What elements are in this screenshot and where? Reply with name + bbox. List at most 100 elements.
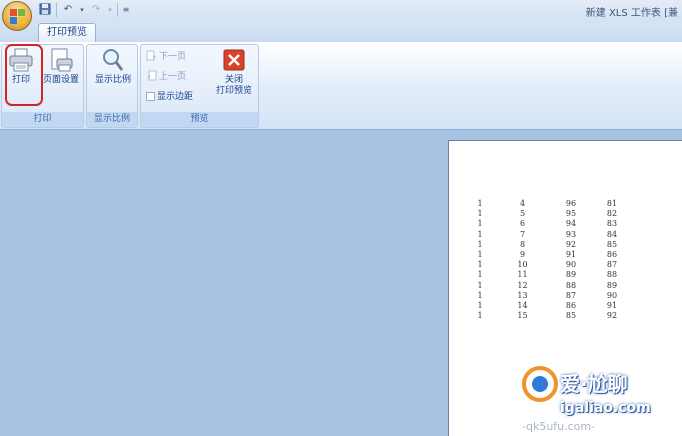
table-row: 1 15 85 92 [465,311,632,321]
table-cell: 5 [519,209,526,219]
window-title: 新建 XLS 工作表 [兼 [585,8,678,19]
group-label-zoom: 显示比例 [87,112,137,127]
table-cell: 1 [477,209,483,219]
table-cell: 87 [565,290,577,300]
watermark: 爱·尬聊 igaliao.com -qk5ufu.com- [510,346,682,436]
table-cell: 83 [606,219,618,229]
table-cell: 86 [565,300,577,310]
table-cell: 96 [565,199,577,208]
table-cell: 1 [477,199,483,208]
watermark-url-text: igaliao.com [560,400,651,416]
group-label-print: 打印 [2,112,83,127]
table-row: 1 12 88 89 [465,281,632,291]
table-row: 1 14 86 91 [465,301,632,311]
table-cell: 82 [606,209,618,219]
previous-page-button[interactable]: 上一页 [146,69,186,85]
watermark-bottom-text: -qk5ufu.com- [522,420,596,433]
table-row: 1 5 95 82 [465,209,632,219]
table-cell: 87 [606,260,618,270]
table-cell: 90 [606,290,618,300]
table-cell: 95 [565,209,577,219]
group-label-preview: 预览 [141,112,258,127]
show-margins-checkbox[interactable]: 显示边距 [146,89,193,105]
table-cell: 88 [606,270,618,280]
table-cell: 90 [565,260,577,270]
undo-icon[interactable]: ↶ [61,3,75,17]
table-row: 1 6 94 83 [465,219,632,229]
customize-toolbar-icon[interactable]: ≡ [122,3,130,17]
table-cell: 85 [606,239,618,249]
quick-access-toolbar: ↶ ▾ ↷ ▾ ≡ [38,3,130,17]
close-print-preview-button[interactable]: 关闭 打印预览 [209,47,259,97]
table-cell: 88 [565,280,577,290]
next-page-icon [146,50,157,61]
table-row: 1 13 87 90 [465,291,632,301]
table-cell: 1 [477,229,483,239]
checkbox-icon [146,92,155,101]
table-row: 1 8 92 85 [465,240,632,250]
zoom-button-label: 显示比例 [94,75,131,85]
close-preview-label-line2: 打印预览 [215,86,252,96]
table-row: 1 4 96 81 [465,199,632,209]
table-row: 1 10 90 87 [465,260,632,270]
table-cell: 92 [565,239,577,249]
page-setup-icon [48,47,74,73]
table-cell: 89 [565,270,577,280]
table-cell: 7 [519,229,526,239]
redo-icon[interactable]: ↷ [89,3,103,17]
ribbon-tab-row: 打印预览 [0,22,682,42]
save-icon[interactable] [38,3,52,17]
page-setup-button-label: 页面设置 [42,75,79,85]
table-cell: 13 [517,290,528,300]
table-cell: 15 [517,311,528,321]
table-cell: 1 [477,311,483,321]
table-cell: 91 [565,249,577,259]
table-cell: 9 [519,249,526,259]
table-cell: 12 [517,280,528,290]
table-cell: 84 [606,229,618,239]
redo-dropdown-icon[interactable]: ▾ [107,3,113,17]
table-cell: 1 [477,290,483,300]
table-cell: 11 [517,270,528,280]
table-cell: 10 [517,260,528,270]
ribbon-group-preview: 下一页 上一页 显示边距 关闭 打印预览 预览 [140,44,259,128]
table-cell: 92 [606,311,618,321]
page-setup-button[interactable]: 页面设置 [39,47,83,86]
table-cell: 6 [519,219,526,229]
table-cell: 1 [477,280,483,290]
table-row: 1 7 93 84 [465,230,632,240]
table-cell: 86 [606,249,618,259]
table-cell: 14 [517,300,528,310]
table-cell: 1 [477,249,483,259]
next-page-button[interactable]: 下一页 [146,49,186,65]
zoom-icon [100,47,126,73]
table-cell: 4 [519,199,526,208]
office-button[interactable] [2,1,32,31]
watermark-main-text: 爱·尬聊 [560,372,628,396]
table-cell: 89 [606,280,618,290]
table-cell: 81 [606,199,618,208]
previous-page-icon [146,70,157,81]
table-cell: 1 [477,270,483,280]
title-bar: ↶ ▾ ↷ ▾ ≡ 新建 XLS 工作表 [兼 [0,0,682,22]
table-cell: 93 [565,229,577,239]
preview-table: 1 4 96 81 1 5 95 82 1 6 94 83 1 7 93 84 1 8 92 85 1 9 91 86 1 10 9… [465,199,632,321]
previous-page-label: 上一页 [159,72,187,82]
table-cell: 8 [519,239,526,249]
zoom-button[interactable]: 显示比例 [90,47,136,86]
ribbon-group-zoom: 显示比例 显示比例 [86,44,138,128]
table-cell: 91 [606,300,618,310]
table-cell: 1 [477,219,483,229]
tab-print-preview[interactable]: 打印预览 [38,23,96,42]
table-cell: 85 [565,311,577,321]
table-cell: 1 [477,239,483,249]
table-cell: 1 [477,260,483,270]
table-row: 1 11 89 88 [465,270,632,280]
show-margins-label: 显示边距 [157,92,194,102]
undo-dropdown-icon[interactable]: ▾ [79,3,85,17]
table-cell: 1 [477,300,483,310]
ribbon: 打印 页面设置 打印 显示比例 显示比例 下一页 上一页 显示边距 关闭 打印预… [0,42,682,130]
close-preview-label-line1: 关闭 [224,75,243,85]
table-row: 1 9 91 86 [465,250,632,260]
close-preview-icon [221,47,247,73]
